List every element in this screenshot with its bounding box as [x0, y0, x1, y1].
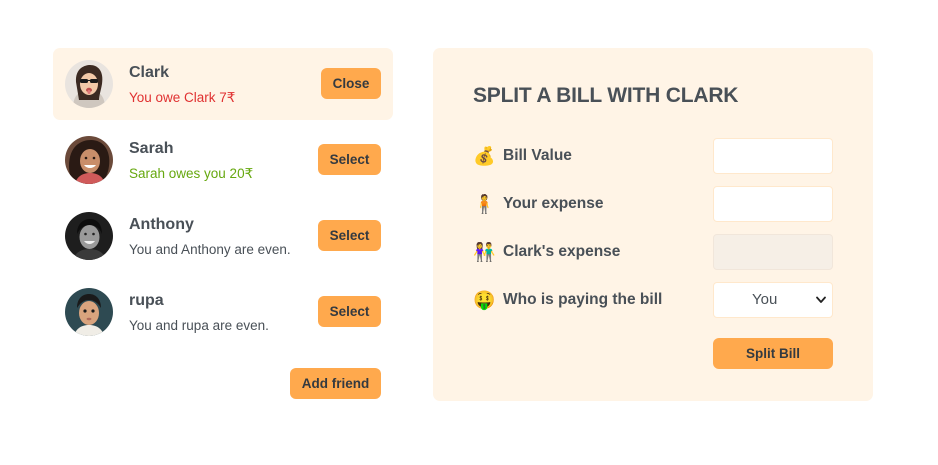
friend-name: Anthony: [129, 216, 194, 233]
chevron-down-icon: [816, 296, 826, 303]
payer-label: Who is paying the bill: [503, 291, 663, 308]
add-friend-button[interactable]: Add friend: [290, 368, 381, 399]
select-button[interactable]: Select: [318, 220, 381, 251]
friend-item-sarah: Sarah Sarah owes you 20₹ Select: [53, 124, 393, 196]
friend-balance: Sarah owes you 20₹: [129, 166, 254, 181]
payer-row: 🤑 Who is paying the bill You: [473, 282, 833, 318]
friend-name: Clark: [129, 64, 170, 81]
friends-list: Clark You owe Clark 7₹ Close Sarah Sarah…: [53, 48, 393, 399]
friend-name: rupa: [129, 292, 164, 309]
couple-icon: 👫: [473, 242, 496, 262]
friend-balance: You owe Clark 7₹: [129, 90, 236, 105]
money-bag-icon: 💰: [473, 146, 496, 166]
close-button[interactable]: Close: [321, 68, 381, 99]
form-title: SPLIT A BILL WITH CLARK: [473, 84, 739, 107]
friend-expense-row: 👫 Clark's expense: [473, 234, 833, 270]
split-bill-form: SPLIT A BILL WITH CLARK 💰 Bill Value 🧍 Y…: [433, 48, 873, 401]
friend-expense-label: Clark's expense: [503, 243, 621, 260]
friend-item-anthony: Anthony You and Anthony are even. Select: [53, 200, 393, 272]
friend-name: Sarah: [129, 140, 174, 157]
friend-item-rupa: rupa You and rupa are even. Select: [53, 276, 393, 348]
avatar: [65, 60, 113, 108]
friend-item-clark: Clark You owe Clark 7₹ Close: [53, 48, 393, 120]
friend-expense-input: [713, 234, 833, 270]
your-expense-row: 🧍 Your expense: [473, 186, 833, 222]
bill-value-input[interactable]: [713, 138, 833, 174]
bill-value-label: Bill Value: [503, 147, 572, 164]
friend-balance: You and rupa are even.: [129, 318, 269, 333]
avatar: [65, 288, 113, 336]
payer-select[interactable]: You: [713, 282, 833, 318]
bill-value-row: 💰 Bill Value: [473, 138, 833, 174]
payer-selected-value: You: [752, 291, 778, 308]
your-expense-input[interactable]: [713, 186, 833, 222]
friend-balance: You and Anthony are even.: [129, 242, 291, 257]
avatar: [65, 212, 113, 260]
select-button[interactable]: Select: [318, 296, 381, 327]
your-expense-label: Your expense: [503, 195, 604, 212]
avatar: [65, 136, 113, 184]
person-icon: 🧍: [473, 194, 496, 214]
split-bill-button[interactable]: Split Bill: [713, 338, 833, 369]
money-mouth-face-icon: 🤑: [473, 290, 496, 310]
select-button[interactable]: Select: [318, 144, 381, 175]
